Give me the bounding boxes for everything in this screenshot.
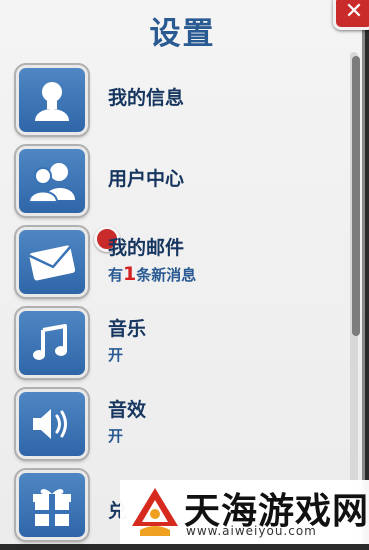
watermark-url: www.aiweiyou.com xyxy=(186,524,317,538)
menu-label: 我的邮件 xyxy=(108,237,185,259)
close-icon: ✕ xyxy=(344,0,364,24)
users-icon xyxy=(29,163,75,203)
music-status: 开 xyxy=(108,346,124,364)
menu-item-sound[interactable]: 音效 开 xyxy=(0,387,345,469)
mail-status-suffix: 条新消息 xyxy=(136,266,197,284)
scrollbar-thumb[interactable] xyxy=(352,56,360,336)
gift-tile[interactable] xyxy=(14,468,90,542)
mail-icon xyxy=(29,245,75,281)
music-tile[interactable] xyxy=(14,306,90,380)
watermark-logo-icon xyxy=(132,488,178,536)
speaker-icon xyxy=(33,409,67,439)
mail-status: 有1条新消息 xyxy=(108,263,196,285)
menu-label: 用户中心 xyxy=(108,168,185,190)
user-icon xyxy=(35,82,69,121)
sound-tile[interactable] xyxy=(14,387,90,461)
sound-status: 开 xyxy=(108,427,124,445)
profile-tile[interactable] xyxy=(14,63,90,137)
menu-label: 我的信息 xyxy=(108,87,185,109)
music-note-icon xyxy=(33,324,67,360)
page-title: 设置 xyxy=(149,16,216,52)
menu-item-music[interactable]: 音乐 开 xyxy=(0,306,345,388)
menu-item-profile[interactable]: 我的信息 xyxy=(0,63,345,145)
settings-panel: 设置 我的信息 用户中心 我的邮件 有1条新消息 音乐 开 音效 开 兑 xyxy=(0,0,365,544)
mail-tile[interactable] xyxy=(14,225,120,299)
menu-label: 音乐 xyxy=(108,318,147,340)
menu-label: 音效 xyxy=(108,399,147,421)
mail-status-prefix: 有 xyxy=(108,266,124,284)
watermark: 天海游戏网 www.aiweiyou.com xyxy=(120,480,369,544)
gift-icon xyxy=(33,489,71,526)
menu-item-mail[interactable]: 我的邮件 有1条新消息 xyxy=(0,225,345,307)
usercenter-tile[interactable] xyxy=(14,144,90,218)
unread-count: 1 xyxy=(123,263,137,285)
menu-item-usercenter[interactable]: 用户中心 xyxy=(0,144,345,226)
close-button[interactable]: ✕ xyxy=(333,0,369,30)
